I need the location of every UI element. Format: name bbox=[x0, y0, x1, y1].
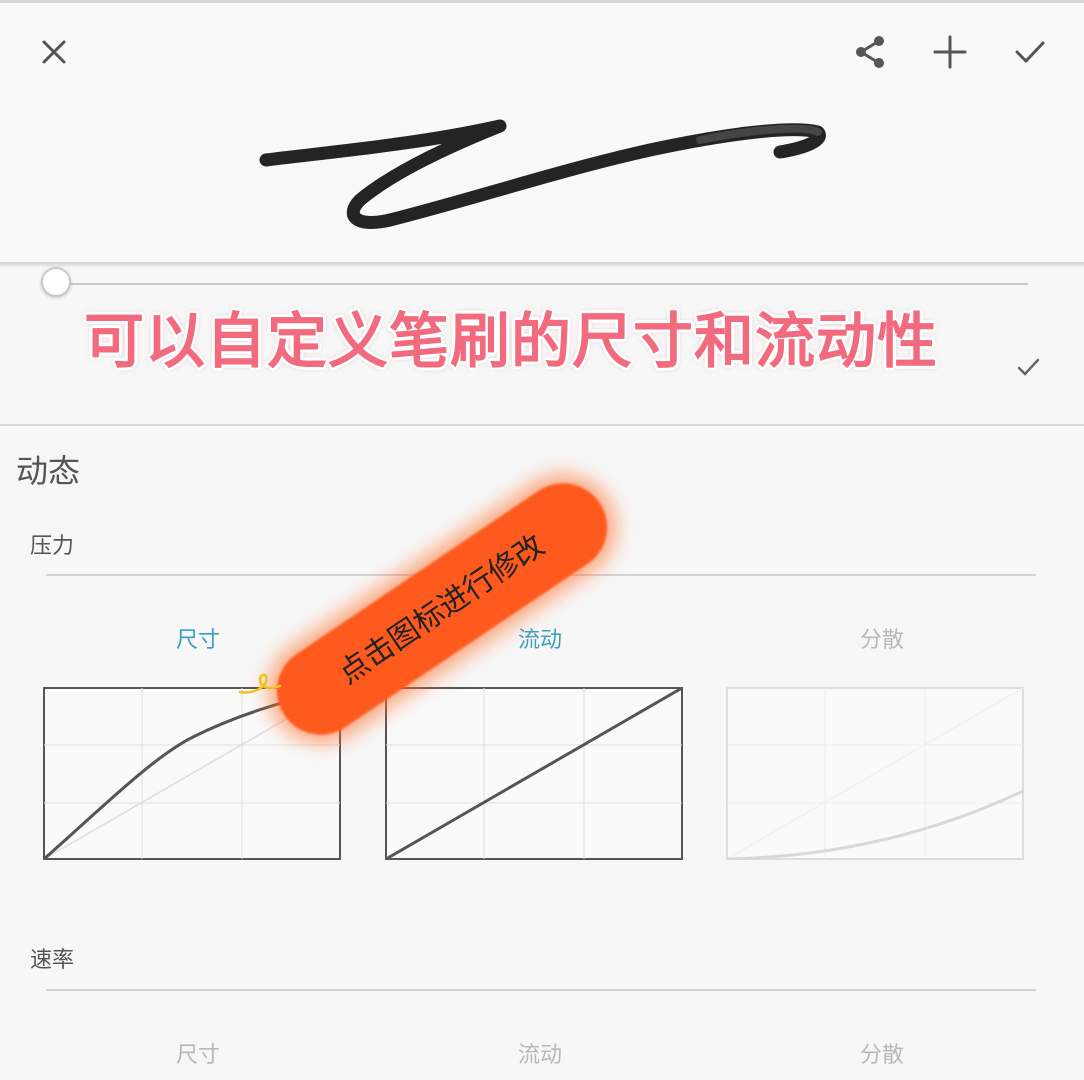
brush-size-slider-thumb[interactable] bbox=[41, 267, 71, 297]
pressure-scatter-curve[interactable] bbox=[726, 687, 1024, 860]
brush-size-slider-track[interactable] bbox=[58, 283, 1028, 285]
velocity-flow-label[interactable]: 流动 bbox=[440, 1037, 640, 1069]
pressure-label: 压力 bbox=[30, 534, 75, 559]
velocity-divider bbox=[46, 989, 1036, 991]
brush-stroke-preview bbox=[259, 119, 826, 229]
pressure-flow-curve[interactable] bbox=[385, 687, 683, 860]
doodle-mark bbox=[238, 673, 282, 694]
velocity-label: 速率 bbox=[30, 948, 75, 973]
preview-shadow bbox=[0, 262, 1084, 267]
pressure-size-label[interactable]: 尺寸 bbox=[98, 622, 298, 654]
dynamics-title: 动态 bbox=[16, 452, 81, 490]
pressure-scatter-label[interactable]: 分散 bbox=[782, 622, 982, 654]
velocity-scatter-label[interactable]: 分散 bbox=[782, 1037, 982, 1069]
checkmark-icon[interactable] bbox=[1016, 356, 1042, 378]
annotation-banner: 可以自定义笔刷的尺寸和流动性 bbox=[84, 307, 938, 377]
velocity-size-label[interactable]: 尺寸 bbox=[98, 1037, 298, 1069]
section-divider bbox=[0, 424, 1084, 426]
